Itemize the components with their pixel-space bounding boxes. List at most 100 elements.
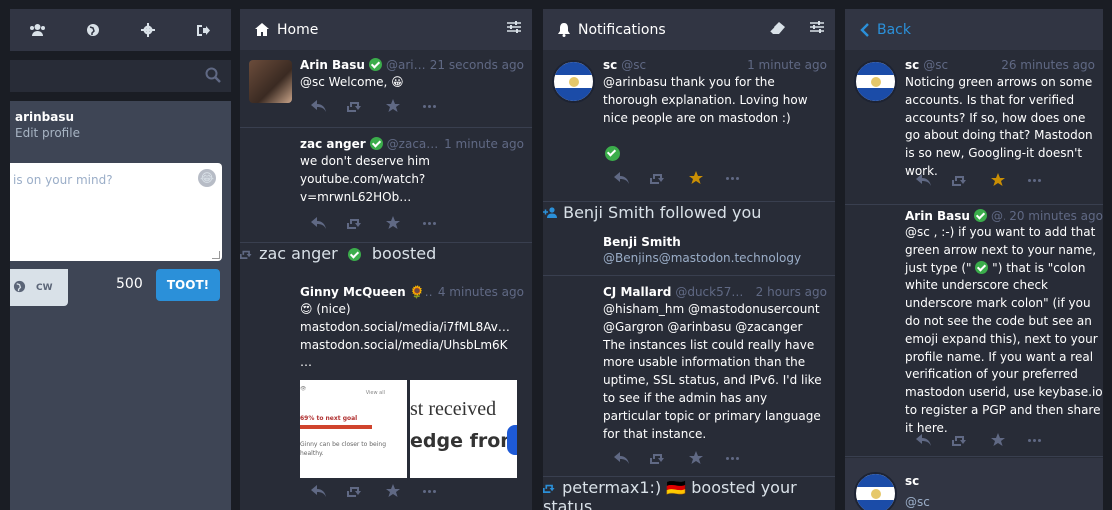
- display-name[interactable]: CJ Mallard: [603, 285, 671, 299]
- avatar[interactable]: [552, 233, 586, 267]
- follow-text[interactable]: Benji Smith followed you: [563, 203, 761, 222]
- avatar[interactable]: [552, 60, 595, 103]
- avatar[interactable]: [249, 287, 292, 330]
- timestamp[interactable]: 21 seconds ago: [430, 58, 524, 72]
- status-item[interactable]: Arin Basu @arinb... 20 minutes ago @sc ,…: [845, 206, 1103, 457]
- status-item[interactable]: sc @sc 26 minutes ago Noticing green arr…: [845, 50, 1103, 205]
- display-name[interactable]: sc: [603, 58, 617, 72]
- avatar[interactable]: [854, 210, 897, 253]
- timestamp[interactable]: 2 hours ago: [756, 285, 827, 299]
- gear-icon[interactable]: [128, 10, 168, 50]
- reply-icon[interactable]: [603, 452, 640, 464]
- edit-profile-link[interactable]: Edit profile: [15, 126, 80, 140]
- display-name[interactable]: sc: [905, 58, 919, 72]
- reply-icon[interactable]: [300, 217, 337, 229]
- timestamp[interactable]: 4 minutes ago: [438, 285, 524, 299]
- cw-toggle[interactable]: CW: [36, 283, 53, 293]
- compose-options: CW: [10, 269, 68, 306]
- clear-notifications-icon[interactable]: [770, 22, 785, 34]
- timestamp[interactable]: 1 minute ago: [444, 137, 524, 151]
- display-name[interactable]: Arin Basu: [905, 209, 970, 223]
- drawer-tabs: [10, 9, 231, 51]
- toot-button[interactable]: TOOT!: [156, 269, 220, 301]
- media-attachment[interactable]: st received edge from: [410, 380, 517, 478]
- boost-notice: zac anger boosted: [240, 244, 532, 263]
- search-icon[interactable]: [205, 67, 221, 87]
- globe-icon[interactable]: [73, 10, 113, 50]
- compose-textarea[interactable]: is on your mind? 😂: [10, 163, 222, 261]
- status-item[interactable]: Arin Basu @arin... 21 seconds ago @sc We…: [240, 50, 532, 128]
- more-icon[interactable]: [1016, 438, 1053, 442]
- account-handle[interactable]: @Benjins@mastodon.technology: [603, 251, 801, 265]
- column-title: Home: [277, 21, 319, 38]
- thread-column: Back sc @sc 26 minutes ago Noticing gree…: [845, 9, 1103, 510]
- follow-notification[interactable]: Benji Smith followed you Benji Smith @Be…: [543, 203, 835, 276]
- reply-icon[interactable]: [300, 485, 337, 497]
- people-icon[interactable]: [18, 10, 58, 50]
- favourite-icon[interactable]: [374, 484, 411, 498]
- boost-icon[interactable]: [337, 217, 374, 229]
- column-settings-icon[interactable]: [810, 21, 824, 33]
- display-name[interactable]: Ginny McQueen: [300, 285, 406, 299]
- reply-icon[interactable]: [300, 100, 337, 112]
- status-item[interactable]: sc @sc: [845, 458, 1103, 510]
- timestamp[interactable]: 1 minute ago: [747, 58, 827, 72]
- home-icon: [255, 23, 269, 36]
- reply-icon[interactable]: [905, 174, 942, 186]
- avatar[interactable]: [249, 60, 292, 103]
- more-icon[interactable]: [1016, 178, 1053, 182]
- favourite-icon[interactable]: [677, 451, 714, 465]
- account-name[interactable]: arinbasu: [15, 110, 74, 124]
- favourite-icon-active[interactable]: [979, 173, 1016, 187]
- boost-icon[interactable]: [640, 172, 677, 184]
- column-settings-icon[interactable]: [507, 21, 521, 33]
- display-name[interactable]: zac anger: [300, 137, 366, 151]
- timestamp[interactable]: 26 minutes ago: [1001, 58, 1095, 72]
- notification-item[interactable]: CJ Mallard @duck57@m... 2 hours ago @his…: [543, 277, 835, 477]
- sign-out-icon[interactable]: [183, 10, 223, 50]
- more-icon[interactable]: [714, 176, 751, 180]
- goal-text: 69% to next goal: [300, 415, 358, 422]
- boost-icon[interactable]: [942, 434, 979, 446]
- notifications-header[interactable]: Notifications: [543, 9, 835, 50]
- status-item[interactable]: zac anger @zacang... 1 minute ago we don…: [240, 129, 532, 243]
- boost-icon[interactable]: [942, 174, 979, 186]
- boost-text[interactable]: petermax1:) 🇩🇪 boosted your status: [543, 478, 797, 510]
- favourite-icon[interactable]: [374, 216, 411, 230]
- search-input[interactable]: [10, 60, 231, 92]
- boost-notification[interactable]: petermax1:) 🇩🇪 boosted your status: [543, 478, 835, 510]
- boost-icon[interactable]: [337, 100, 374, 112]
- verified-check-icon: [973, 209, 987, 222]
- display-name[interactable]: sc: [905, 474, 919, 488]
- more-icon[interactable]: [714, 456, 751, 460]
- display-name[interactable]: Benji Smith: [603, 235, 681, 249]
- status-content: @sc Welcome, 😀: [300, 75, 404, 89]
- home-header[interactable]: Home: [240, 9, 532, 50]
- display-name[interactable]: Arin Basu: [300, 58, 365, 72]
- favourite-icon[interactable]: [374, 99, 411, 113]
- more-icon[interactable]: [411, 104, 448, 108]
- timestamp[interactable]: 20 minutes ago: [1009, 209, 1103, 223]
- status-content: Noticing green arrows on some accounts. …: [905, 75, 1093, 178]
- emoji-picker-icon[interactable]: 😂: [198, 169, 216, 187]
- booster-name[interactable]: zac anger: [259, 244, 338, 263]
- boost-icon[interactable]: [337, 485, 374, 497]
- notification-item[interactable]: sc @sc 1 minute ago @arinbasu thank you …: [543, 50, 835, 202]
- logo-shape: [507, 425, 517, 455]
- privacy-globe-icon[interactable]: [13, 278, 26, 297]
- more-icon[interactable]: [411, 489, 448, 493]
- avatar[interactable]: [249, 139, 292, 182]
- more-icon[interactable]: [411, 221, 448, 225]
- favourite-icon[interactable]: [979, 433, 1016, 447]
- reply-icon[interactable]: [603, 172, 640, 184]
- boost-icon[interactable]: [640, 452, 677, 464]
- avatar[interactable]: [552, 287, 595, 330]
- avatar[interactable]: [854, 60, 897, 103]
- back-button[interactable]: Back: [845, 9, 1103, 50]
- status-item[interactable]: zac anger boosted Ginny McQueen 🌻 ... 4 …: [240, 244, 532, 510]
- media-attachment[interactable]: 👁 View all 69% to next goal Ginny can be…: [300, 380, 407, 478]
- reply-icon[interactable]: [905, 434, 942, 446]
- avatar[interactable]: [854, 472, 897, 510]
- resize-grip[interactable]: [212, 251, 220, 259]
- favourite-icon-active[interactable]: [677, 171, 714, 185]
